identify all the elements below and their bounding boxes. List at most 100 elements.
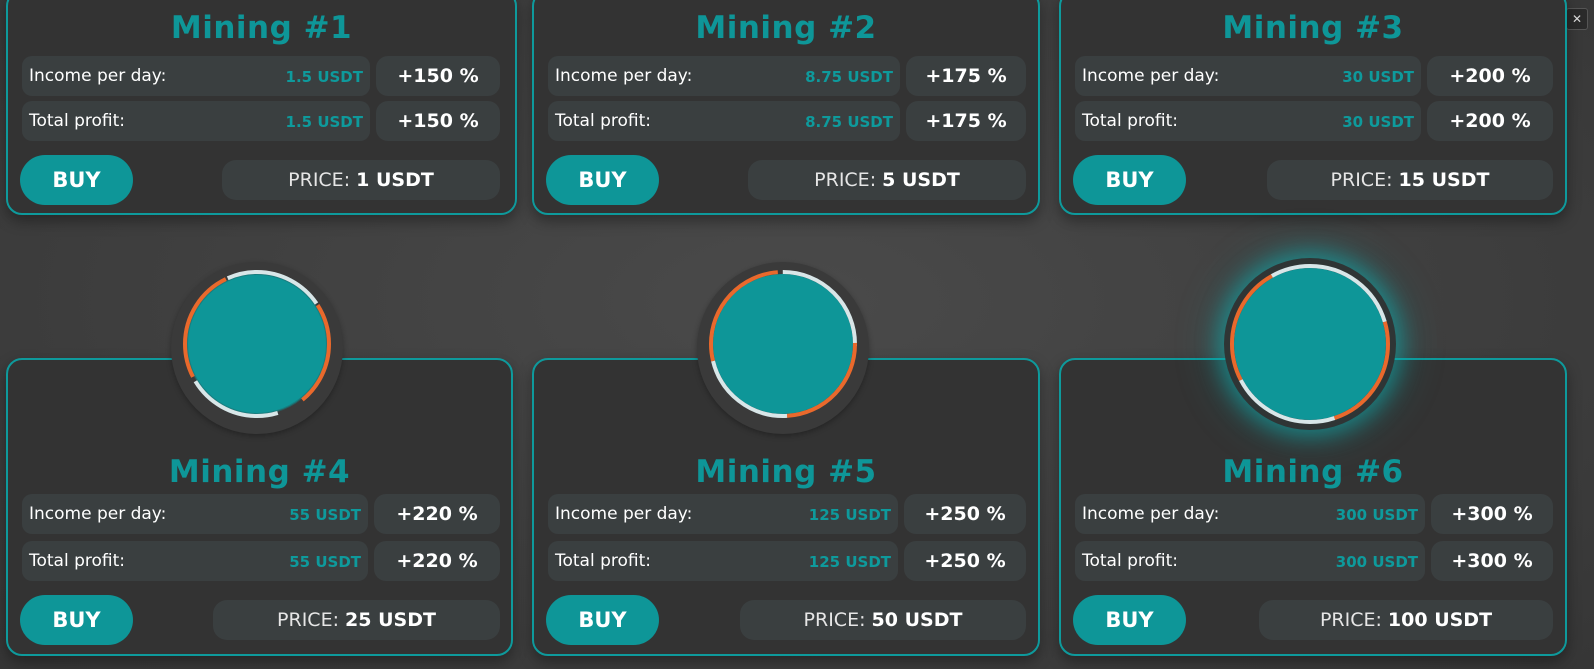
- mining-orb-6[interactable]: [1224, 258, 1396, 430]
- income-percent: +300 %: [1431, 494, 1553, 534]
- total-percent: +250 %: [904, 541, 1026, 581]
- price-display: PRICE: 5 USDT: [748, 160, 1026, 200]
- income-label: Income per day:: [1082, 504, 1220, 524]
- total-field: Total profit: 30 USDT: [1075, 101, 1421, 141]
- income-field: Income per day: 300 USDT: [1075, 494, 1425, 534]
- price-display: PRICE: 100 USDT: [1259, 600, 1553, 640]
- total-label: Total profit:: [1082, 111, 1179, 131]
- total-label: Total profit:: [29, 551, 126, 571]
- income-label: Income per day:: [555, 66, 693, 86]
- total-label: Total profit:: [555, 551, 652, 571]
- total-percent: +300 %: [1431, 541, 1553, 581]
- mining-card-2: Mining #2 Income per day: 8.75 USDT +175…: [532, 0, 1040, 215]
- card-title: Mining #3: [1222, 10, 1404, 46]
- buy-button[interactable]: BUY: [20, 155, 133, 205]
- price-display: PRICE: 25 USDT: [213, 600, 500, 640]
- total-row: Total profit: 8.75 USDT +175 %: [548, 101, 1026, 141]
- income-percent: +250 %: [904, 494, 1026, 534]
- price-value: 5 USDT: [882, 169, 960, 191]
- income-value: 300 USDT: [1335, 506, 1418, 524]
- income-value: 1.5 USDT: [285, 68, 363, 86]
- income-row: Income per day: 1.5 USDT +150 %: [22, 56, 500, 96]
- buy-button[interactable]: BUY: [546, 595, 659, 645]
- income-field: Income per day: 1.5 USDT: [22, 56, 370, 96]
- income-value: 55 USDT: [289, 506, 361, 524]
- total-value: 125 USDT: [808, 553, 891, 571]
- total-value: 55 USDT: [289, 553, 361, 571]
- price-label: PRICE:: [1330, 169, 1393, 191]
- price-display: PRICE: 1 USDT: [222, 160, 500, 200]
- price-label: PRICE:: [814, 169, 877, 191]
- price-value: 1 USDT: [356, 169, 434, 191]
- orb-ring-icon: [1230, 264, 1390, 424]
- total-row: Total profit: 30 USDT +200 %: [1075, 101, 1553, 141]
- total-field: Total profit: 8.75 USDT: [548, 101, 900, 141]
- total-value: 8.75 USDT: [805, 113, 893, 131]
- total-label: Total profit:: [1082, 551, 1179, 571]
- total-row: Total profit: 125 USDT +250 %: [548, 541, 1026, 581]
- total-label: Total profit:: [29, 111, 126, 131]
- buy-button[interactable]: BUY: [20, 595, 133, 645]
- income-row: Income per day: 125 USDT +250 %: [548, 494, 1026, 534]
- income-field: Income per day: 8.75 USDT: [548, 56, 900, 96]
- income-value: 8.75 USDT: [805, 68, 893, 86]
- total-field: Total profit: 1.5 USDT: [22, 101, 370, 141]
- mining-orb-5[interactable]: [697, 262, 869, 434]
- total-percent: +150 %: [376, 101, 500, 141]
- total-field: Total profit: 125 USDT: [548, 541, 898, 581]
- price-value: 25 USDT: [345, 609, 436, 631]
- income-field: Income per day: 55 USDT: [22, 494, 368, 534]
- price-value: 50 USDT: [871, 609, 963, 631]
- total-row: Total profit: 300 USDT +300 %: [1075, 541, 1553, 581]
- total-value: 300 USDT: [1335, 553, 1418, 571]
- close-icon[interactable]: ✕: [1566, 8, 1588, 30]
- price-value: 15 USDT: [1398, 169, 1490, 191]
- price-display: PRICE: 15 USDT: [1267, 160, 1553, 200]
- income-percent: +175 %: [906, 56, 1026, 96]
- income-field: Income per day: 125 USDT: [548, 494, 898, 534]
- card-title: Mining #6: [1222, 454, 1404, 490]
- price-label: PRICE:: [1319, 609, 1382, 631]
- price-label: PRICE:: [277, 609, 339, 631]
- total-label: Total profit:: [555, 111, 652, 131]
- income-value: 125 USDT: [808, 506, 891, 524]
- buy-button[interactable]: BUY: [1073, 155, 1186, 205]
- income-label: Income per day:: [1082, 66, 1220, 86]
- total-percent: +175 %: [906, 101, 1026, 141]
- income-label: Income per day:: [29, 504, 167, 524]
- price-label: PRICE:: [288, 169, 351, 191]
- mining-card-1: Mining #1 Income per day: 1.5 USDT +150 …: [6, 0, 517, 215]
- income-percent: +220 %: [374, 494, 500, 534]
- price-label: PRICE:: [803, 609, 866, 631]
- total-row: Total profit: 55 USDT +220 %: [22, 541, 500, 581]
- total-field: Total profit: 300 USDT: [1075, 541, 1425, 581]
- card-title: Mining #5: [695, 454, 877, 490]
- card-title: Mining #1: [170, 10, 353, 46]
- total-row: Total profit: 1.5 USDT +150 %: [22, 101, 500, 141]
- buy-button[interactable]: BUY: [546, 155, 659, 205]
- orb-ring-icon: [709, 270, 857, 418]
- total-percent: +200 %: [1427, 101, 1553, 141]
- mining-orb-4[interactable]: [171, 262, 343, 434]
- total-field: Total profit: 55 USDT: [22, 541, 368, 581]
- total-value: 30 USDT: [1342, 113, 1414, 131]
- income-percent: +200 %: [1427, 56, 1553, 96]
- income-row: Income per day: 55 USDT +220 %: [22, 494, 500, 534]
- income-label: Income per day:: [29, 66, 167, 86]
- card-title: Mining #2: [695, 10, 877, 46]
- income-percent: +150 %: [376, 56, 500, 96]
- income-row: Income per day: 300 USDT +300 %: [1075, 494, 1553, 534]
- income-value: 30 USDT: [1342, 68, 1414, 86]
- income-row: Income per day: 30 USDT +200 %: [1075, 56, 1553, 96]
- income-row: Income per day: 8.75 USDT +175 %: [548, 56, 1026, 96]
- card-title: Mining #4: [168, 454, 351, 490]
- buy-button[interactable]: BUY: [1073, 595, 1186, 645]
- total-percent: +220 %: [374, 541, 500, 581]
- price-display: PRICE: 50 USDT: [740, 600, 1026, 640]
- price-value: 100 USDT: [1387, 609, 1493, 631]
- total-value: 1.5 USDT: [285, 113, 363, 131]
- income-field: Income per day: 30 USDT: [1075, 56, 1421, 96]
- orb-ring-icon: [183, 270, 331, 418]
- income-label: Income per day:: [555, 504, 693, 524]
- mining-card-3: Mining #3 Income per day: 30 USDT +200 %…: [1059, 0, 1567, 215]
